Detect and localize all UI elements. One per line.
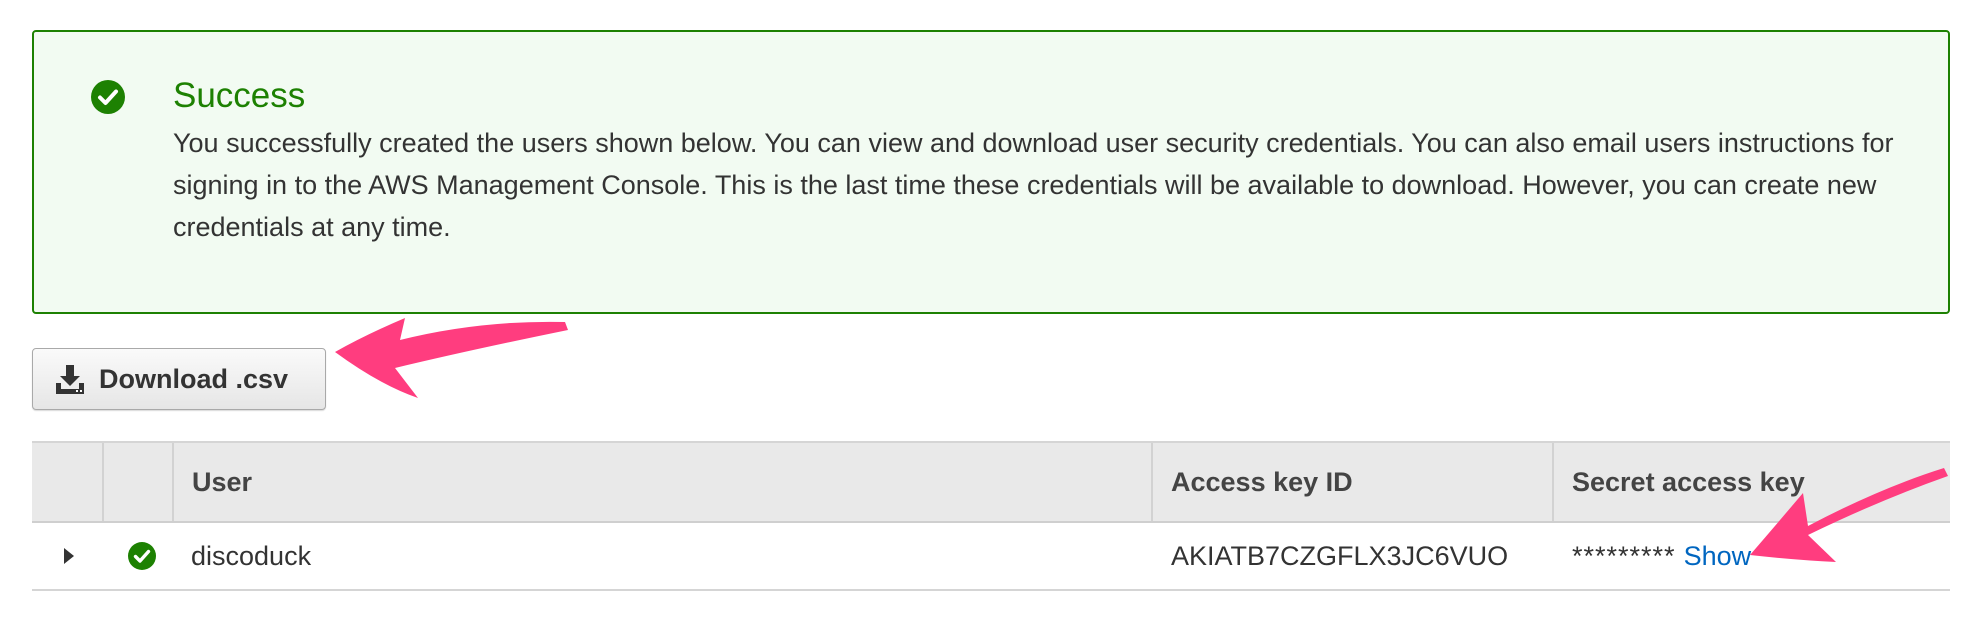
success-alert: Success You successfully created the use… xyxy=(32,30,1950,314)
page: Success You successfully created the use… xyxy=(0,0,1982,638)
status-cell xyxy=(32,523,172,589)
check-circle-icon xyxy=(91,80,125,114)
column-header-user[interactable]: User xyxy=(172,443,1151,521)
table-header: User Access key ID Secret access key xyxy=(32,441,1950,523)
credentials-table: User Access key ID Secret access key dis… xyxy=(32,441,1950,591)
alert-message: You successfully created the users shown… xyxy=(173,128,1894,242)
masked-secret: ********* xyxy=(1572,540,1676,571)
check-circle-icon xyxy=(128,542,156,570)
show-secret-link[interactable]: Show xyxy=(1684,541,1752,572)
download-icon xyxy=(56,365,84,394)
user-cell: discoduck xyxy=(191,540,312,571)
alert-title: Success xyxy=(173,76,306,115)
column-header-status xyxy=(102,443,172,521)
table-row: discoduck AKIATB7CZGFLX3JC6VUO *********… xyxy=(32,523,1950,591)
annotation-arrow-download xyxy=(335,318,568,398)
column-header-secret-access-key[interactable]: Secret access key xyxy=(1552,443,1950,521)
download-csv-button[interactable]: Download .csv xyxy=(32,348,326,410)
secret-access-key-cell: ********* Show xyxy=(1572,523,1950,589)
access-key-id-cell: AKIATB7CZGFLX3JC6VUO xyxy=(1171,540,1509,571)
column-header-expand xyxy=(32,443,102,521)
column-header-access-key-id[interactable]: Access key ID xyxy=(1151,443,1552,521)
download-button-label: Download .csv xyxy=(99,363,289,394)
